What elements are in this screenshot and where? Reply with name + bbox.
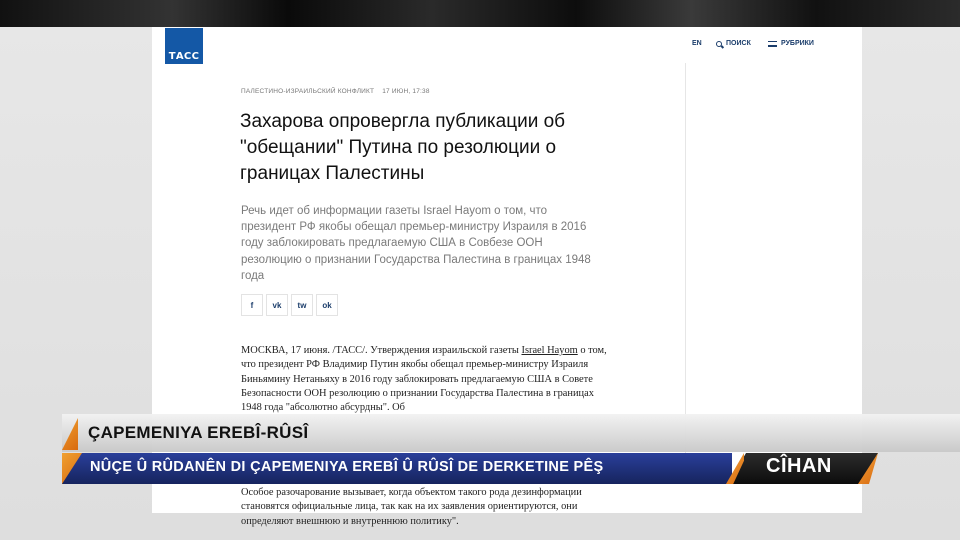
- lower-third-subtitle: NÛÇE Û RÛDANÊN DI ÇAPEMENIYA EREBÎ Û RÛS…: [90, 459, 604, 475]
- article-meta: ПАЛЕСТИНО-ИЗРАИЛЬСКИЙ КОНФЛИКТ 17 ИЮН, 1…: [241, 88, 430, 95]
- share-buttons: f vk tw ok: [241, 294, 338, 316]
- article-body: МОСКВА, 17 июня. /ТАСС/. Утверждения изр…: [241, 344, 613, 415]
- tass-logo[interactable]: ТАСС: [165, 28, 203, 64]
- vk-share-button[interactable]: vk: [266, 294, 288, 316]
- nav-language[interactable]: EN: [692, 40, 702, 47]
- article-lead: Речь идет об информации газеты Israel Ha…: [241, 205, 591, 282]
- article-headline: Захарова опровергла публикации об "обеща…: [240, 111, 566, 184]
- article-body-start: МОСКВА, 17 июня. /ТАСС/. Утверждения изр…: [241, 345, 522, 356]
- search-icon: [716, 40, 722, 47]
- lower-third-title: ÇAPEMENIYA EREBÎ-RÛSÎ: [88, 423, 309, 442]
- site-header: [152, 27, 862, 63]
- israel-hayom-link[interactable]: Israel Hayom: [521, 345, 577, 356]
- nav-rubrics-button[interactable]: РУБРИКИ: [768, 40, 814, 47]
- nav-search-button[interactable]: ПОИСК: [716, 40, 751, 47]
- menu-icon: [768, 40, 777, 47]
- article-body-tail: Особое разочарование вызывает, когда объ…: [241, 487, 582, 527]
- channel-logo: CÎHAN: [766, 455, 832, 477]
- twitter-icon: tw: [297, 300, 307, 310]
- facebook-icon: f: [250, 300, 254, 310]
- nav-rubrics-label: РУБРИКИ: [781, 40, 814, 47]
- odnoklassniki-share-button[interactable]: ok: [316, 294, 338, 316]
- nav-language-label: EN: [692, 40, 702, 47]
- odnoklassniki-icon: ok: [322, 300, 332, 310]
- nav-search-label: ПОИСК: [726, 40, 751, 47]
- column-divider: [685, 63, 686, 463]
- article-category[interactable]: ПАЛЕСТИНО-ИЗРАИЛЬСКИЙ КОНФЛИКТ: [241, 88, 374, 95]
- twitter-share-button[interactable]: tw: [291, 294, 313, 316]
- facebook-share-button[interactable]: f: [241, 294, 263, 316]
- vk-icon: vk: [272, 300, 282, 310]
- video-top-strip: [0, 0, 960, 27]
- article-date: 17 ИЮН, 17:38: [382, 88, 430, 95]
